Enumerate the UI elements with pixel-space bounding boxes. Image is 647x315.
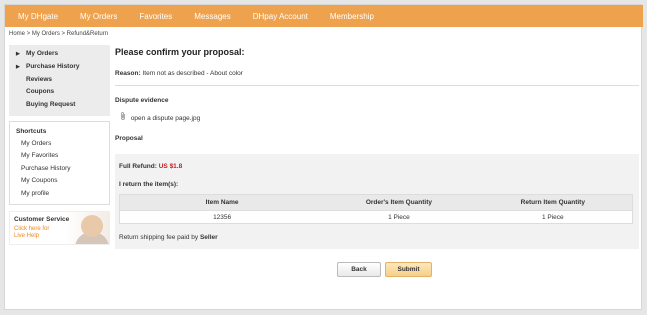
reason-line: Reason: Item not as described - About co…: [115, 70, 243, 77]
attachment-link[interactable]: open a dispute page.jpg: [120, 112, 200, 122]
paperclip-icon: [120, 112, 126, 122]
live-help-link[interactable]: Click here for Live Help: [14, 226, 54, 240]
page-frame: My DHgate My Orders Favorites Messages D…: [4, 4, 643, 310]
sidebar-item-label: My Orders: [26, 50, 59, 57]
dispute-evidence-title: Dispute evidence: [115, 97, 169, 104]
nav-dhpay-account[interactable]: DHpay Account: [253, 12, 308, 21]
full-refund-line: Full Refund: US $1.8: [119, 163, 182, 170]
sidebar-item-label: Purchase History: [26, 62, 80, 70]
table-header-row: Item Name Order's Item Quantity Return I…: [120, 195, 632, 210]
shortcut-my-favorites[interactable]: My Favorites: [10, 150, 109, 162]
page-title: Please confirm your proposal:: [115, 47, 245, 57]
nav-favorites[interactable]: Favorites: [139, 12, 172, 21]
attachment-filename: open a dispute page.jpg: [130, 115, 201, 122]
reason-text: Item not as described - About color: [142, 70, 243, 77]
sidebar-item-reviews[interactable]: Reviews: [9, 74, 110, 87]
sidebar-item-label: Buying Request: [26, 101, 76, 109]
submit-button[interactable]: Submit: [385, 262, 432, 277]
shortcut-purchase-history[interactable]: Purchase History: [10, 163, 109, 175]
shortcut-my-orders[interactable]: My Orders: [10, 138, 109, 150]
nav-my-orders[interactable]: My Orders: [80, 12, 117, 21]
proposal-panel: Full Refund: US $1.8 I return the item(s…: [115, 154, 639, 249]
column-header-item-name: Item Name: [205, 199, 239, 206]
table-row: 12356 1 Piece 1 Piece: [120, 210, 632, 223]
shortcut-my-profile[interactable]: My profile: [10, 188, 109, 200]
column-header-order-quantity: Order's Item Quantity: [365, 199, 433, 206]
breadcrumb: Home > My Orders > Refund&Return: [9, 31, 109, 37]
nav-my-dhgate[interactable]: My DHgate: [18, 12, 58, 21]
shipping-fee-payer: Seller: [199, 234, 218, 241]
sidebar-item-buying-request[interactable]: Buying Request: [9, 99, 110, 112]
sidebar-menu: ▶ My Orders ▶ Purchase History Reviews C…: [9, 45, 110, 116]
full-refund-amount: US $1.8: [158, 163, 183, 170]
triangle-right-icon: ▶: [16, 63, 20, 70]
shipping-fee-line: Return shipping fee paid by Seller: [119, 234, 218, 241]
shortcuts-panel: Shortcuts My Orders My Favorites Purchas…: [9, 120, 110, 205]
return-items-title: I return the item(s):: [119, 181, 179, 188]
customer-service-banner[interactable]: Customer Service Click here for Live Hel…: [9, 210, 110, 245]
top-navigation: My DHgate My Orders Favorites Messages D…: [5, 5, 643, 27]
customer-service-title: Customer Service: [14, 215, 70, 223]
sidebar-item-coupons[interactable]: Coupons: [9, 86, 110, 99]
nav-membership[interactable]: Membership: [330, 12, 374, 21]
shipping-fee-label: Return shipping fee paid by: [119, 234, 199, 241]
divider: [115, 85, 639, 86]
back-button[interactable]: Back: [337, 262, 381, 277]
shortcut-my-coupons[interactable]: My Coupons: [10, 175, 109, 187]
sidebar-item-label: Coupons: [26, 88, 55, 96]
return-items-table: Item Name Order's Item Quantity Return I…: [119, 194, 633, 224]
proposal-title: Proposal: [115, 135, 143, 142]
full-refund-label: Full Refund:: [119, 163, 157, 170]
nav-messages[interactable]: Messages: [194, 12, 230, 21]
cell-order-quantity: 1 Piece: [388, 213, 410, 221]
cell-item-name: 12356: [213, 213, 232, 221]
reason-label: Reason:: [115, 70, 141, 77]
sidebar: ▶ My Orders ▶ Purchase History Reviews C…: [9, 45, 110, 245]
cell-return-quantity: 1 Piece: [541, 213, 564, 221]
column-header-return-quantity: Return Item Quantity: [520, 199, 585, 206]
sidebar-item-my-orders[interactable]: ▶ My Orders: [9, 48, 110, 61]
triangle-right-icon: ▶: [16, 51, 20, 57]
agent-photo-head: [81, 214, 103, 237]
sidebar-item-purchase-history[interactable]: ▶ Purchase History: [9, 61, 110, 74]
shortcuts-title: Shortcuts: [16, 127, 47, 135]
sidebar-item-label: Reviews: [26, 75, 53, 83]
